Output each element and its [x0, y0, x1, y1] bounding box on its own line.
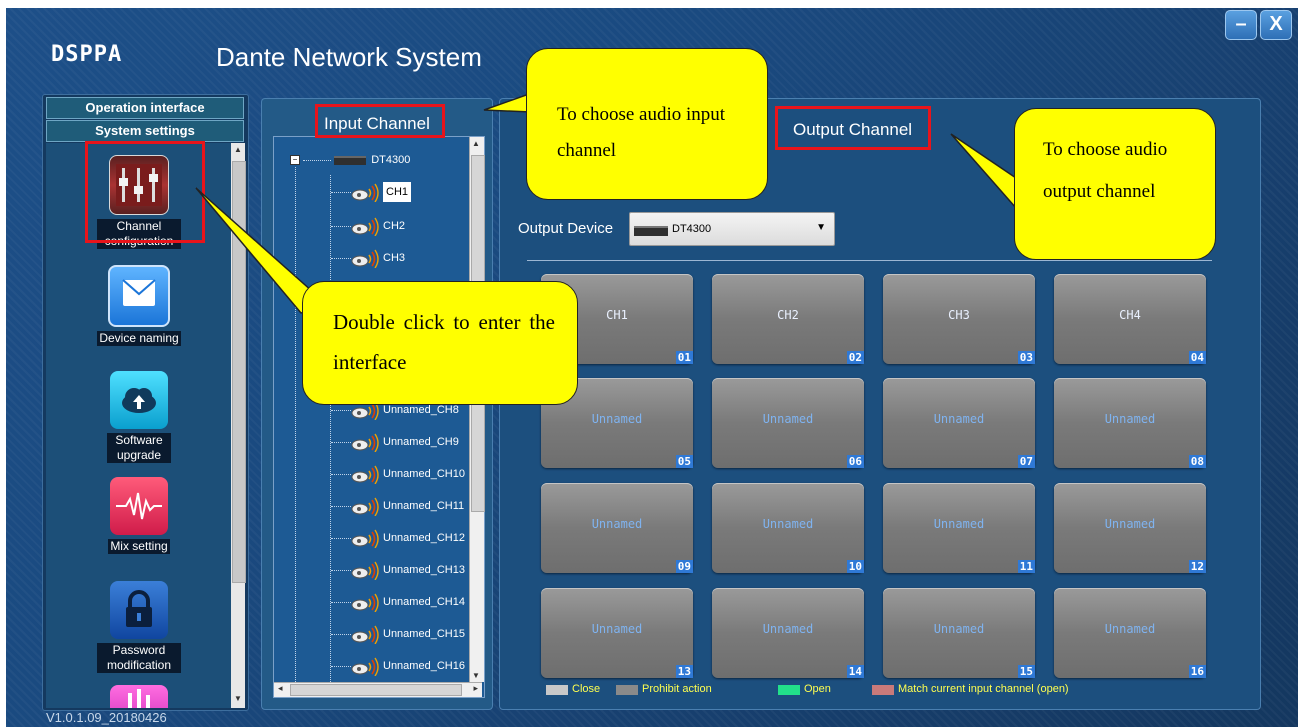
app-window: DSPPA Dante Network System – X Operation…	[6, 8, 1298, 727]
callout-output-text: To choose audio output channel	[1043, 139, 1168, 202]
callout-output: To choose audio output channel	[1014, 108, 1216, 260]
callout-input: To choose audio input channel	[526, 48, 768, 200]
callout-input-text: To choose audio input channel	[557, 104, 726, 161]
callout-double-click: Double click to enter the interface	[302, 281, 578, 405]
version-label: V1.0.1.09_20180426	[46, 710, 167, 725]
callout-double-click-text: Double click to enter the interface	[333, 310, 555, 374]
